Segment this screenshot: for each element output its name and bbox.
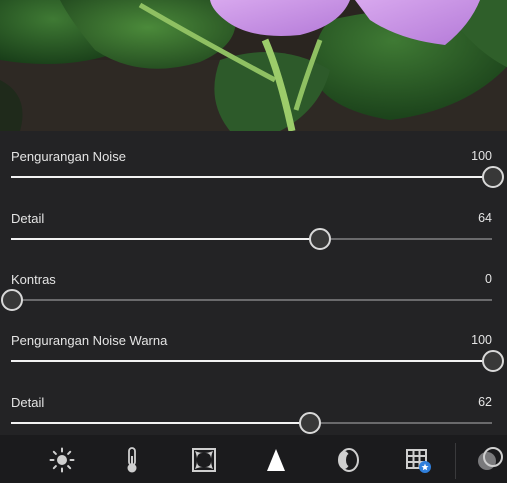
slider-thumb[interactable] bbox=[309, 228, 331, 250]
optics-icon[interactable] bbox=[333, 446, 361, 474]
slider-track[interactable] bbox=[1, 289, 492, 311]
slider-label: Detail bbox=[11, 395, 45, 410]
slider-contrast[interactable]: Kontras 0 bbox=[0, 262, 513, 324]
detail-panel: Pengurangan Noise 100 Detail 64 Kontras … bbox=[0, 131, 513, 435]
flower-photo-image bbox=[0, 0, 513, 131]
effects-icon[interactable] bbox=[190, 446, 218, 474]
slider-thumb[interactable] bbox=[482, 166, 504, 188]
slider-value: 64 bbox=[478, 211, 492, 225]
slider-thumb[interactable] bbox=[299, 412, 321, 434]
color-icon[interactable] bbox=[118, 446, 146, 474]
slider-fill bbox=[11, 238, 319, 240]
edit-toolbar bbox=[0, 435, 513, 488]
slider-label: Pengurangan Noise Warna bbox=[11, 333, 168, 348]
slider-fill bbox=[11, 360, 492, 362]
slider-label: Detail bbox=[11, 211, 45, 226]
slider-value: 100 bbox=[471, 333, 492, 347]
slider-thumb[interactable] bbox=[482, 350, 504, 372]
slider-label: Pengurangan Noise bbox=[11, 149, 126, 164]
photo-preview bbox=[0, 0, 513, 131]
presets-icon[interactable] bbox=[476, 446, 504, 474]
slider-noise-reduction[interactable]: Pengurangan Noise 100 bbox=[0, 139, 513, 201]
slider-detail[interactable]: Detail 64 bbox=[0, 201, 513, 263]
slider-fill bbox=[11, 422, 309, 424]
slider-value: 100 bbox=[471, 149, 492, 163]
detail-icon[interactable] bbox=[262, 446, 290, 474]
bottom-edge bbox=[0, 483, 513, 488]
right-edge bbox=[507, 0, 513, 488]
slider-track[interactable] bbox=[11, 166, 504, 188]
slider-fill bbox=[11, 176, 492, 178]
slider-label: Kontras bbox=[11, 272, 56, 287]
slider-value: 62 bbox=[478, 395, 492, 409]
slider-track[interactable] bbox=[11, 228, 492, 250]
slider-thumb[interactable] bbox=[1, 289, 23, 311]
slider-track[interactable] bbox=[11, 350, 504, 372]
slider-track[interactable] bbox=[11, 412, 492, 434]
slider-value: 0 bbox=[485, 272, 492, 286]
geometry-icon[interactable] bbox=[404, 446, 432, 474]
toolbar-divider bbox=[455, 443, 456, 479]
light-icon[interactable] bbox=[48, 446, 76, 474]
slider-color-noise-reduction[interactable]: Pengurangan Noise Warna 100 bbox=[0, 323, 513, 385]
